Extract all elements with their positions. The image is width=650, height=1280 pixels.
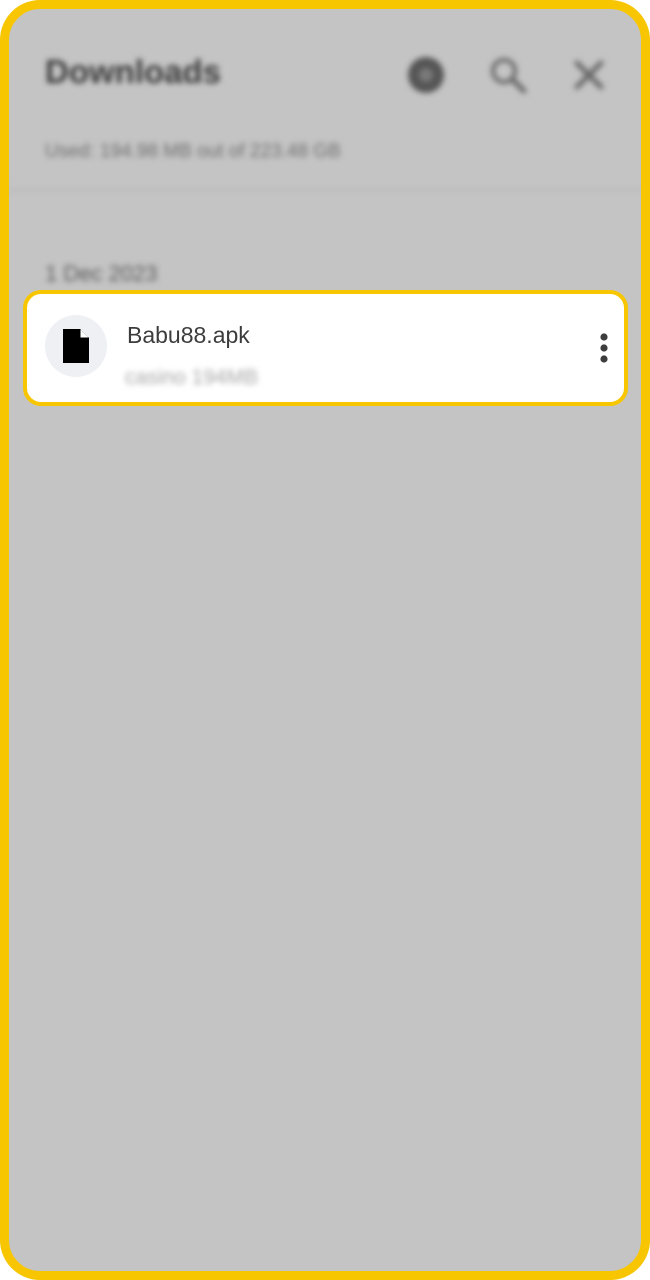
search-icon[interactable]	[488, 55, 528, 95]
header-divider	[9, 189, 641, 191]
date-header: 1 Dec 2023	[45, 261, 158, 286]
download-item-card[interactable]: Babu88.apk casino 194MB	[23, 290, 628, 406]
storage-usage-text: Used: 194.98 MB out of 223.48 GB	[45, 141, 341, 162]
close-icon[interactable]	[569, 55, 609, 95]
file-meta: casino 194MB	[125, 366, 259, 389]
file-icon	[45, 315, 107, 377]
phone-frame: Downloads Used: 194.98 MB out of 223.48 …	[0, 0, 650, 1280]
more-vert-icon[interactable]	[589, 328, 619, 368]
blurred-background: Downloads Used: 194.98 MB out of 223.48 …	[9, 9, 641, 1271]
settings-icon[interactable]	[406, 55, 446, 95]
file-name: Babu88.apk	[127, 322, 250, 348]
page-title: Downloads	[45, 53, 222, 90]
